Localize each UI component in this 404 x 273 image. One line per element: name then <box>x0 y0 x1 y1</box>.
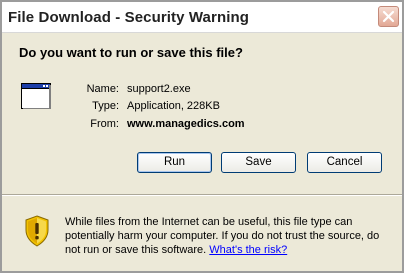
close-icon <box>382 10 395 23</box>
cancel-button[interactable]: Cancel <box>307 152 382 173</box>
application-window-icon <box>21 83 51 109</box>
divider <box>2 194 402 196</box>
file-source-value: www.managedics.com <box>127 118 245 130</box>
title-bar[interactable]: File Download - Security Warning <box>2 2 402 33</box>
file-type-label: Type: <box>92 100 119 112</box>
shield-warning-icon <box>25 215 49 247</box>
file-name-value: support2.exe <box>127 83 191 95</box>
security-warning-message: While files from the Internet can be use… <box>65 215 395 257</box>
security-warning-dialog: File Download - Security Warning Do you … <box>0 0 404 273</box>
file-name-label: Name: <box>86 83 119 95</box>
close-button[interactable] <box>378 6 399 27</box>
file-type-value: Application, 228KB <box>127 100 220 112</box>
save-button[interactable]: Save <box>221 152 296 173</box>
whats-the-risk-link[interactable]: What's the risk? <box>209 244 287 256</box>
run-button[interactable]: Run <box>137 152 212 173</box>
dialog-question: Do you want to run or save this file? <box>19 45 243 60</box>
window-title: File Download - Security Warning <box>8 9 249 26</box>
file-source-label: From: <box>90 118 119 130</box>
